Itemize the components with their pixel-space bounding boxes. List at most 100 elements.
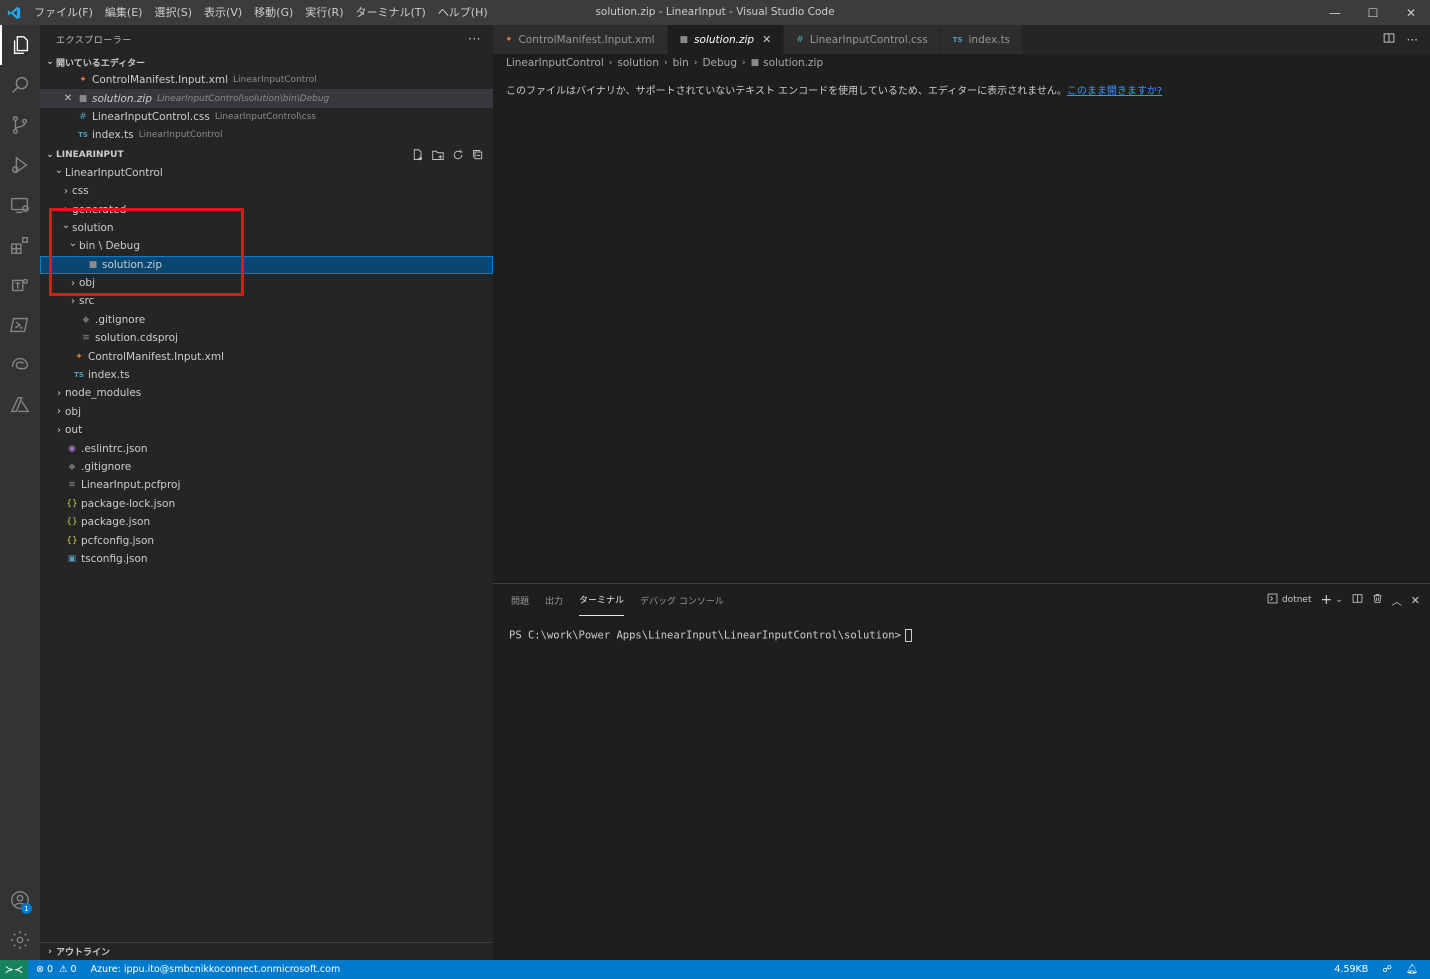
menu-item[interactable]: 編集(E) bbox=[99, 0, 149, 25]
ts-file-icon: TS bbox=[74, 371, 84, 380]
problems-status[interactable]: ⊗ 0 ⚠ 0 bbox=[36, 964, 77, 975]
search-icon[interactable] bbox=[0, 65, 40, 105]
collapse-all-icon[interactable] bbox=[471, 148, 485, 162]
new-terminal-icon[interactable]: + bbox=[1321, 592, 1333, 608]
tree-item[interactable]: ◆ .gitignore bbox=[40, 458, 493, 476]
menu-item[interactable]: ターミナル(T) bbox=[350, 0, 432, 25]
editor-tab[interactable]: ■ solution.zip ✕ bbox=[667, 25, 785, 54]
open-editors-title: 開いているエディター bbox=[56, 58, 146, 69]
split-terminal-icon[interactable] bbox=[1352, 593, 1363, 607]
tree-item[interactable]: ⌄ bin \ Debug bbox=[40, 237, 493, 255]
split-editor-icon[interactable] bbox=[1383, 32, 1395, 47]
tree-item[interactable]: ✦ ControlManifest.Input.xml bbox=[40, 347, 493, 365]
file-file-icon: ■ bbox=[679, 34, 689, 45]
terminal[interactable]: PS C:\work\Power Apps\LinearInput\Linear… bbox=[493, 616, 1430, 655]
extensions-icon[interactable] bbox=[0, 225, 40, 265]
azure-account-status[interactable]: Azure: ippu.ito@smbcnikkoconnect.onmicro… bbox=[91, 964, 341, 975]
new-folder-icon[interactable] bbox=[431, 148, 445, 162]
file-name: ControlManifest.Input.xml bbox=[92, 74, 228, 87]
breadcrumb-item[interactable]: Debug bbox=[702, 57, 737, 69]
editor-tab[interactable]: # LinearInputControl.css bbox=[784, 25, 941, 54]
edge-icon[interactable] bbox=[0, 345, 40, 385]
maximize-button[interactable]: ☐ bbox=[1354, 0, 1392, 25]
notifications-bell-icon[interactable]: 🔔︎ bbox=[1406, 964, 1418, 975]
menu-item[interactable]: 表示(V) bbox=[198, 0, 248, 25]
close-window-button[interactable]: ✕ bbox=[1392, 0, 1430, 25]
tree-item[interactable]: ▣ tsconfig.json bbox=[40, 550, 493, 568]
tree-item[interactable]: › src bbox=[40, 292, 493, 310]
explorer-icon[interactable] bbox=[0, 25, 40, 65]
open-editor-item[interactable]: ✕ ■ solution.zip LinearInputControl\solutio… bbox=[40, 89, 493, 108]
tree-item[interactable]: {} pcfconfig.json bbox=[40, 531, 493, 549]
settings-gear-icon[interactable] bbox=[0, 920, 40, 960]
workspace-header[interactable]: ⌄ LINEARINPUT bbox=[40, 146, 493, 164]
breadcrumb-item[interactable]: solution bbox=[617, 57, 659, 69]
tree-item[interactable]: ◆ .gitignore bbox=[40, 311, 493, 329]
panel-tab[interactable]: 問題 bbox=[511, 584, 529, 616]
tree-item[interactable]: › obj bbox=[40, 274, 493, 292]
open-anyway-link[interactable]: このまま開きますか? bbox=[1067, 86, 1162, 97]
menu-item[interactable]: ヘルプ(H) bbox=[432, 0, 494, 25]
remote-explorer-icon[interactable] bbox=[0, 185, 40, 225]
refresh-icon[interactable] bbox=[451, 148, 465, 162]
menu-item[interactable]: 選択(S) bbox=[148, 0, 198, 25]
feedback-icon[interactable]: ☍ bbox=[1382, 964, 1392, 975]
chevron-down-icon[interactable]: ⌄ bbox=[1335, 595, 1343, 605]
minimize-button[interactable]: — bbox=[1316, 0, 1354, 25]
new-file-icon[interactable] bbox=[411, 148, 425, 162]
maximize-panel-icon[interactable]: ︿ bbox=[1392, 593, 1402, 608]
chevron-right-icon: › bbox=[663, 58, 668, 68]
tree-item[interactable]: {} package-lock.json bbox=[40, 495, 493, 513]
file-name: solution bbox=[72, 221, 114, 234]
source-control-icon[interactable] bbox=[0, 105, 40, 145]
azure-icon[interactable] bbox=[0, 385, 40, 425]
breadcrumb-item[interactable]: solution.zip bbox=[763, 57, 823, 69]
more-actions-icon[interactable]: ··· bbox=[468, 32, 481, 46]
editor-tab[interactable]: ✦ ControlManifest.Input.xml bbox=[493, 25, 668, 54]
remote-icon[interactable]: ≻≺ bbox=[0, 960, 28, 979]
tree-item[interactable]: ◉ .eslintrc.json bbox=[40, 439, 493, 457]
tree-item[interactable]: ≡ LinearInput.pcfproj bbox=[40, 476, 493, 494]
powershell-icon[interactable] bbox=[0, 305, 40, 345]
tree-item[interactable]: TS index.ts bbox=[40, 366, 493, 384]
error-icon: ⊗ bbox=[36, 964, 44, 975]
breadcrumb-item[interactable]: LinearInputControl bbox=[506, 57, 604, 69]
open-editor-item[interactable]: ✦ ControlManifest.Input.xml LinearInputCon… bbox=[40, 71, 493, 89]
breadcrumb-item[interactable]: bin bbox=[673, 57, 689, 69]
open-editor-item[interactable]: # LinearInputControl.css LinearInputContro… bbox=[40, 108, 493, 126]
editor-tab[interactable]: TS index.ts bbox=[940, 25, 1024, 54]
tree-item[interactable]: › generated bbox=[40, 200, 493, 218]
file-name: .eslintrc.json bbox=[81, 442, 148, 455]
accounts-icon[interactable]: 1 bbox=[0, 880, 40, 920]
trash-icon[interactable] bbox=[1372, 593, 1383, 607]
chevron-right-icon: › bbox=[57, 424, 61, 436]
close-icon[interactable]: ✕ bbox=[60, 93, 76, 104]
close-tab-icon[interactable]: ✕ bbox=[762, 33, 771, 46]
tree-item[interactable]: › obj bbox=[40, 403, 493, 421]
panel-tab[interactable]: デバッグ コンソール bbox=[640, 584, 724, 616]
tree-item[interactable]: ■ solution.zip bbox=[40, 255, 493, 274]
terminal-name[interactable]: dotnet bbox=[1282, 595, 1312, 605]
teams-icon[interactable] bbox=[0, 265, 40, 305]
menu-bar: ファイル(F) 編集(E) 選択(S) 表示(V) 移動(G) 実行(R) ターミナル(T)… bbox=[28, 0, 494, 25]
menu-item[interactable]: 移動(G) bbox=[248, 0, 299, 25]
outline-header[interactable]: › アウトライン bbox=[40, 942, 493, 960]
open-editor-item[interactable]: TS index.ts LinearInputControl bbox=[40, 126, 493, 144]
menu-item[interactable]: 実行(R) bbox=[299, 0, 349, 25]
tree-item[interactable]: ≡ solution.cdsproj bbox=[40, 329, 493, 347]
close-panel-icon[interactable]: ✕ bbox=[1411, 594, 1420, 607]
panel-tab[interactable]: 出力 bbox=[545, 584, 563, 616]
chevron-right-icon: › bbox=[71, 277, 75, 289]
tree-item[interactable]: ⌄ LinearInputControl bbox=[40, 164, 493, 182]
tree-item[interactable]: {} package.json bbox=[40, 513, 493, 531]
tree-item[interactable]: › out bbox=[40, 421, 493, 439]
file-path: LinearInputControl\solution\bin\Debug bbox=[157, 93, 330, 104]
tree-item[interactable]: › css bbox=[40, 182, 493, 200]
panel-tab[interactable]: ターミナル bbox=[579, 584, 625, 616]
run-debug-icon[interactable] bbox=[0, 145, 40, 185]
more-actions-icon[interactable]: ··· bbox=[1407, 33, 1418, 47]
tree-item[interactable]: ⌄ solution bbox=[40, 219, 493, 237]
open-editors-header[interactable]: ⌄ 開いているエディター bbox=[40, 53, 493, 71]
menu-item[interactable]: ファイル(F) bbox=[28, 0, 99, 25]
tree-item[interactable]: › node_modules bbox=[40, 384, 493, 402]
